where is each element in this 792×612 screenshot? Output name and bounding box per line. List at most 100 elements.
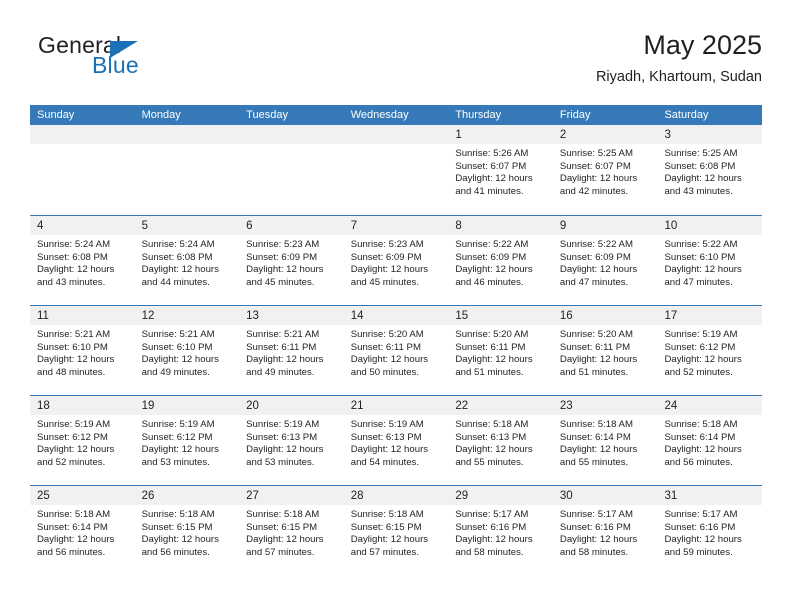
daylight-text-line1: Daylight: 12 hours (141, 444, 219, 456)
day-cell[interactable]: 25 Sunrise: 5:18 AM Sunset: 6:14 PM Dayligh… (30, 486, 135, 575)
day-cell[interactable]: 26 Sunrise: 5:18 AM Sunset: 6:15 PM Dayligh… (134, 486, 240, 575)
sunset-text: Sunset: 6:07 PM (559, 160, 631, 172)
day-cell[interactable]: 12 Sunrise: 5:21 AM Sunset: 6:10 PM Dayligh… (134, 306, 240, 395)
weekday-header-wednesday: Wednesday (350, 109, 409, 121)
daylight-text-line1: Daylight: 12 hours (455, 534, 533, 546)
day-number-band: 5 (134, 216, 240, 235)
day-number-band: 27 (239, 486, 344, 505)
day-sun-info: Sunrise: 5:25 AM Sunset: 6:08 PM Daylight:… (657, 144, 762, 198)
sunset-text: Sunset: 6:11 PM (559, 341, 631, 353)
daylight-text-line1: Daylight: 12 hours (664, 354, 742, 366)
day-cell[interactable]: 2 Sunrise: 5:25 AM Sunset: 6:07 PM Daylight… (552, 125, 658, 215)
day-cell[interactable]: 17 Sunrise: 5:19 AM Sunset: 6:12 PM Dayligh… (657, 306, 763, 395)
sunset-text: Sunset: 6:08 PM (664, 160, 736, 172)
day-cell[interactable]: 4 Sunrise: 5:24 AM Sunset: 6:08 PM Daylight… (30, 216, 135, 305)
day-cell[interactable]: 21 Sunrise: 5:19 AM Sunset: 6:13 PM Dayligh… (343, 396, 449, 485)
sunset-text: Sunset: 6:08 PM (141, 251, 213, 263)
day-cell[interactable]: 28 Sunrise: 5:18 AM Sunset: 6:15 PM Dayligh… (343, 486, 449, 575)
day-sun-info: Sunrise: 5:18 AM Sunset: 6:14 PM Daylight:… (657, 415, 762, 469)
sunrise-text: Sunrise: 5:23 AM (246, 239, 320, 250)
day-cell[interactable]: 7 Sunrise: 5:23 AM Sunset: 6:09 PM Daylight… (343, 216, 449, 305)
daylight-text-line2: and 59 minutes. (664, 546, 733, 558)
day-cell[interactable]: 19 Sunrise: 5:19 AM Sunset: 6:12 PM Dayligh… (134, 396, 240, 485)
sunrise-text: Sunrise: 5:18 AM (350, 509, 424, 520)
day-cell[interactable]: 3 Sunrise: 5:25 AM Sunset: 6:08 PM Daylight… (657, 125, 763, 215)
daylight-text-line1: Daylight: 12 hours (350, 354, 429, 366)
day-number: 27 (246, 490, 259, 502)
day-cell[interactable]: 9 Sunrise: 5:22 AM Sunset: 6:09 PM Daylight… (552, 216, 658, 305)
day-cell[interactable]: 22 Sunrise: 5:18 AM Sunset: 6:13 PM Dayligh… (448, 396, 553, 485)
sunrise-text: Sunrise: 5:20 AM (455, 329, 529, 340)
daylight-text-line2: and 42 minutes. (559, 185, 629, 197)
sunrise-text: Sunrise: 5:18 AM (246, 509, 320, 520)
sunrise-text: Sunrise: 5:25 AM (559, 148, 633, 159)
day-cell[interactable]: 5 Sunrise: 5:24 AM Sunset: 6:08 PM Daylight… (134, 216, 240, 305)
daylight-text-line1: Daylight: 12 hours (246, 444, 324, 456)
day-number: 28 (350, 490, 364, 502)
day-sun-info: Sunrise: 5:19 AM Sunset: 6:13 PM Daylight:… (344, 415, 449, 469)
weekday-header-friday: Friday (559, 109, 591, 121)
daylight-text-line2: and 52 minutes. (664, 366, 733, 378)
day-sun-info: Sunrise: 5:21 AM Sunset: 6:10 PM Daylight:… (135, 325, 240, 379)
sunrise-text: Sunrise: 5:18 AM (559, 419, 633, 430)
day-sun-info: Sunrise: 5:18 AM Sunset: 6:15 PM Daylight:… (344, 505, 449, 559)
day-number-band: 30 (552, 486, 658, 505)
day-cell[interactable]: 20 Sunrise: 5:19 AM Sunset: 6:13 PM Dayligh… (239, 396, 344, 485)
sunrise-text: Sunrise: 5:22 AM (559, 239, 633, 250)
day-number: 3 (664, 129, 671, 141)
daylight-text-line1: Daylight: 12 hours (37, 534, 115, 546)
page-title: May 2025 (643, 30, 762, 60)
daylight-text-line2: and 46 minutes. (455, 276, 524, 288)
daylight-text-line2: and 55 minutes. (455, 456, 524, 468)
day-cell[interactable]: 23 Sunrise: 5:18 AM Sunset: 6:14 PM Dayligh… (552, 396, 658, 485)
daylight-text-line1: Daylight: 12 hours (37, 264, 115, 276)
day-number-band: 26 (134, 486, 240, 505)
day-number-band: 16 (552, 306, 658, 325)
day-cell[interactable]: 31 Sunrise: 5:17 AM Sunset: 6:16 PM Dayligh… (657, 486, 763, 575)
day-cell[interactable]: 6 Sunrise: 5:23 AM Sunset: 6:09 PM Daylight… (239, 216, 344, 305)
day-cell[interactable]: 27 Sunrise: 5:18 AM Sunset: 6:15 PM Dayligh… (239, 486, 344, 575)
day-number-band (239, 125, 344, 144)
daylight-text-line2: and 56 minutes. (664, 456, 733, 468)
day-cell[interactable]: 24 Sunrise: 5:18 AM Sunset: 6:14 PM Dayligh… (657, 396, 763, 485)
day-sun-info: Sunrise: 5:19 AM Sunset: 6:12 PM Daylight:… (30, 415, 135, 469)
weekday-header-monday: Monday (141, 109, 181, 121)
day-cell[interactable]: 11 Sunrise: 5:21 AM Sunset: 6:10 PM Dayligh… (30, 306, 135, 395)
sunset-text: Sunset: 6:09 PM (246, 251, 318, 263)
day-number-band: 12 (134, 306, 240, 325)
sunset-text: Sunset: 6:16 PM (664, 521, 736, 533)
sunrise-text: Sunrise: 5:17 AM (455, 509, 529, 520)
day-number: 4 (37, 220, 44, 232)
sunrise-text: Sunrise: 5:20 AM (559, 329, 633, 340)
day-number: 9 (559, 220, 567, 232)
day-cell[interactable]: 15 Sunrise: 5:20 AM Sunset: 6:11 PM Dayligh… (448, 306, 553, 395)
day-sun-info: Sunrise: 5:20 AM Sunset: 6:11 PM Daylight:… (344, 325, 449, 379)
daylight-text-line1: Daylight: 12 hours (455, 173, 533, 185)
day-number: 14 (350, 310, 364, 322)
day-sun-info: Sunrise: 5:18 AM Sunset: 6:14 PM Daylight:… (30, 505, 135, 559)
day-number: 8 (455, 220, 462, 232)
daylight-text-line2: and 54 minutes. (350, 456, 420, 468)
daylight-text-line2: and 56 minutes. (37, 546, 106, 558)
day-number-band: 13 (239, 306, 344, 325)
day-cell[interactable]: 30 Sunrise: 5:17 AM Sunset: 6:16 PM Dayligh… (552, 486, 658, 575)
day-number: 20 (246, 400, 259, 412)
day-sun-info: Sunrise: 5:20 AM Sunset: 6:11 PM Daylight:… (448, 325, 553, 379)
day-cell[interactable]: 13 Sunrise: 5:21 AM Sunset: 6:11 PM Dayligh… (239, 306, 344, 395)
day-cell[interactable]: 10 Sunrise: 5:22 AM Sunset: 6:10 PM Dayligh… (657, 216, 763, 305)
day-cell[interactable]: 8 Sunrise: 5:22 AM Sunset: 6:09 PM Daylight… (448, 216, 553, 305)
day-cell[interactable]: 18 Sunrise: 5:19 AM Sunset: 6:12 PM Dayligh… (30, 396, 135, 485)
day-cell[interactable]: 1 Sunrise: 5:26 AM Sunset: 6:07 PM Daylight… (448, 125, 553, 215)
day-number-band: 31 (657, 486, 763, 505)
daylight-text-line2: and 58 minutes. (455, 546, 524, 558)
day-sun-info: Sunrise: 5:22 AM Sunset: 6:10 PM Daylight:… (657, 235, 762, 289)
day-cell[interactable]: 29 Sunrise: 5:17 AM Sunset: 6:16 PM Dayligh… (448, 486, 553, 575)
day-sun-info: Sunrise: 5:19 AM Sunset: 6:12 PM Daylight:… (657, 325, 762, 379)
daylight-text-line1: Daylight: 12 hours (664, 534, 742, 546)
day-sun-info: Sunrise: 5:22 AM Sunset: 6:09 PM Daylight:… (553, 235, 658, 289)
daylight-text-line2: and 41 minutes. (455, 185, 524, 197)
sunset-text: Sunset: 6:08 PM (37, 251, 108, 263)
day-cell[interactable]: 16 Sunrise: 5:20 AM Sunset: 6:11 PM Dayligh… (552, 306, 658, 395)
day-sun-info: Sunrise: 5:26 AM Sunset: 6:07 PM Daylight:… (448, 144, 553, 198)
day-cell[interactable]: 14 Sunrise: 5:20 AM Sunset: 6:11 PM Dayligh… (343, 306, 449, 395)
